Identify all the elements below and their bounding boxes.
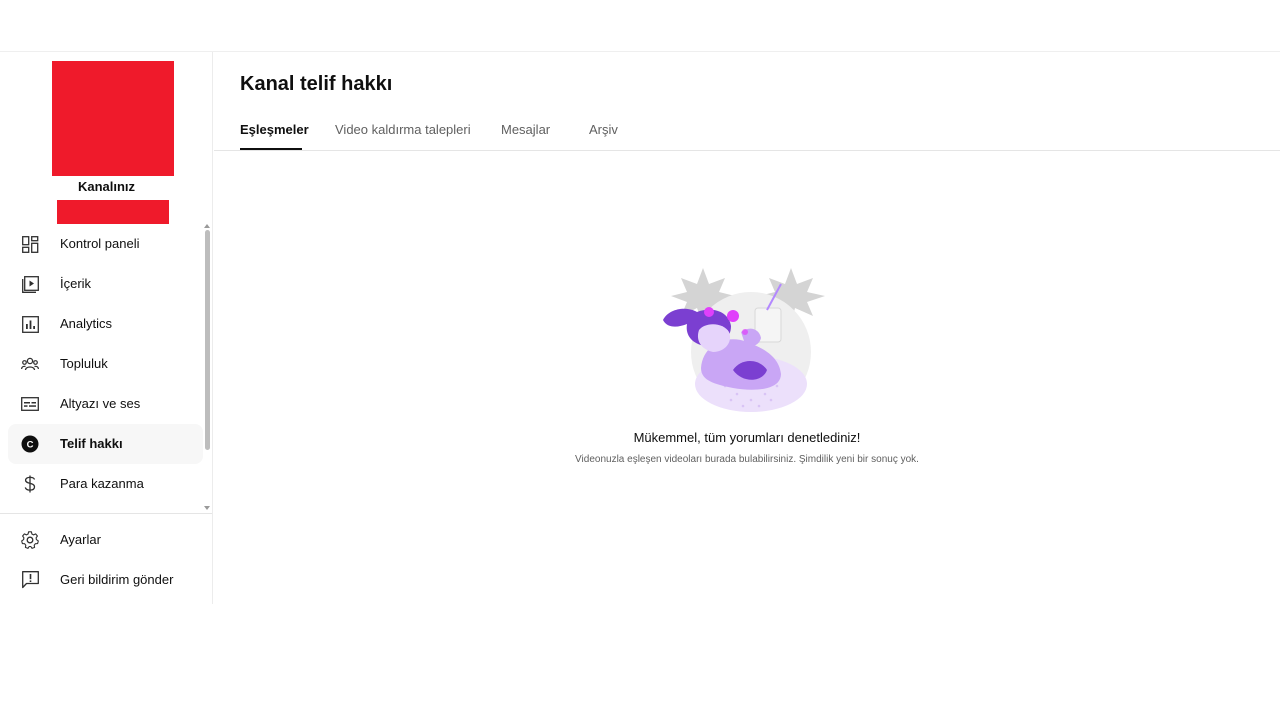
scroll-up-arrow[interactable] [204, 224, 210, 228]
tab-archive[interactable]: Arşiv [589, 122, 618, 137]
sidebar-item-content[interactable]: İçerik [8, 264, 203, 304]
page-title: Kanal telif hakkı [240, 73, 393, 95]
copyright-icon: C [21, 435, 39, 453]
sidebar-divider [0, 513, 212, 514]
sidebar-item-label: İçerik [60, 276, 92, 291]
scroll-down-arrow[interactable] [204, 506, 210, 510]
sidebar-item-monetization[interactable]: Para kazanma [8, 464, 203, 504]
sidebar-item-label: Analytics [60, 316, 113, 331]
sidebar-item-label: Telif hakkı [60, 436, 123, 451]
tab-matches[interactable]: Eşleşmeler [240, 122, 309, 137]
sidebar-item-settings[interactable]: Ayarlar [8, 520, 203, 560]
sidebar-item-label: Topluluk [60, 356, 108, 371]
sidebar-item-analytics[interactable]: Analytics [8, 304, 203, 344]
sidebar-scrollbar[interactable] [205, 230, 210, 450]
gear-icon [21, 531, 39, 549]
sidebar-item-feedback[interactable]: Geri bildirim gönder [8, 560, 203, 600]
sidebar-item-label: Para kazanma [60, 476, 144, 491]
analytics-icon [21, 315, 39, 333]
empty-state-subtitle: Videonuzla eşleşen videoları burada bula… [575, 454, 919, 465]
main-content: Kanal telif hakkı Eşleşmeler Video kaldı… [214, 52, 1280, 604]
sidebar-item-subtitles[interactable]: Altyazı ve ses [8, 384, 203, 424]
sidebar-item-copyright[interactable]: C Telif hakkı [8, 424, 203, 464]
active-tab-indicator [240, 148, 302, 150]
channel-handle-redacted [57, 200, 169, 224]
feedback-icon [21, 571, 39, 589]
top-bar [0, 0, 1280, 52]
sidebar-item-label: Altyazı ve ses [60, 396, 141, 411]
sidebar: Kanalınız Kontrol paneli İçerik Analytic… [0, 52, 213, 604]
empty-state-illustration [663, 266, 831, 414]
subtitles-icon [21, 395, 39, 413]
channel-avatar-redacted[interactable] [52, 61, 174, 176]
tab-messages[interactable]: Mesajlar [501, 122, 550, 137]
sidebar-item-dashboard[interactable]: Kontrol paneli [8, 224, 203, 264]
content-icon [21, 275, 39, 293]
dashboard-icon [21, 235, 39, 253]
sidebar-nav: Kontrol paneli İçerik Analytics Topluluk… [8, 224, 204, 512]
sidebar-item-label: Geri bildirim gönder [60, 572, 174, 587]
sidebar-item-label: Kontrol paneli [60, 236, 140, 251]
channel-title: Kanalınız [77, 179, 136, 194]
sidebar-item-label: Ayarlar [60, 532, 101, 547]
svg-text:C: C [27, 439, 34, 450]
sidebar-item-community[interactable]: Topluluk [8, 344, 203, 384]
empty-state-title: Mükemmel, tüm yorumları denetlediniz! [633, 430, 861, 445]
tab-removal-requests[interactable]: Video kaldırma talepleri [335, 122, 471, 137]
tab-bar: Eşleşmeler Video kaldırma talepleri Mesa… [214, 110, 1280, 151]
community-icon [21, 355, 39, 373]
dollar-icon [21, 475, 39, 493]
